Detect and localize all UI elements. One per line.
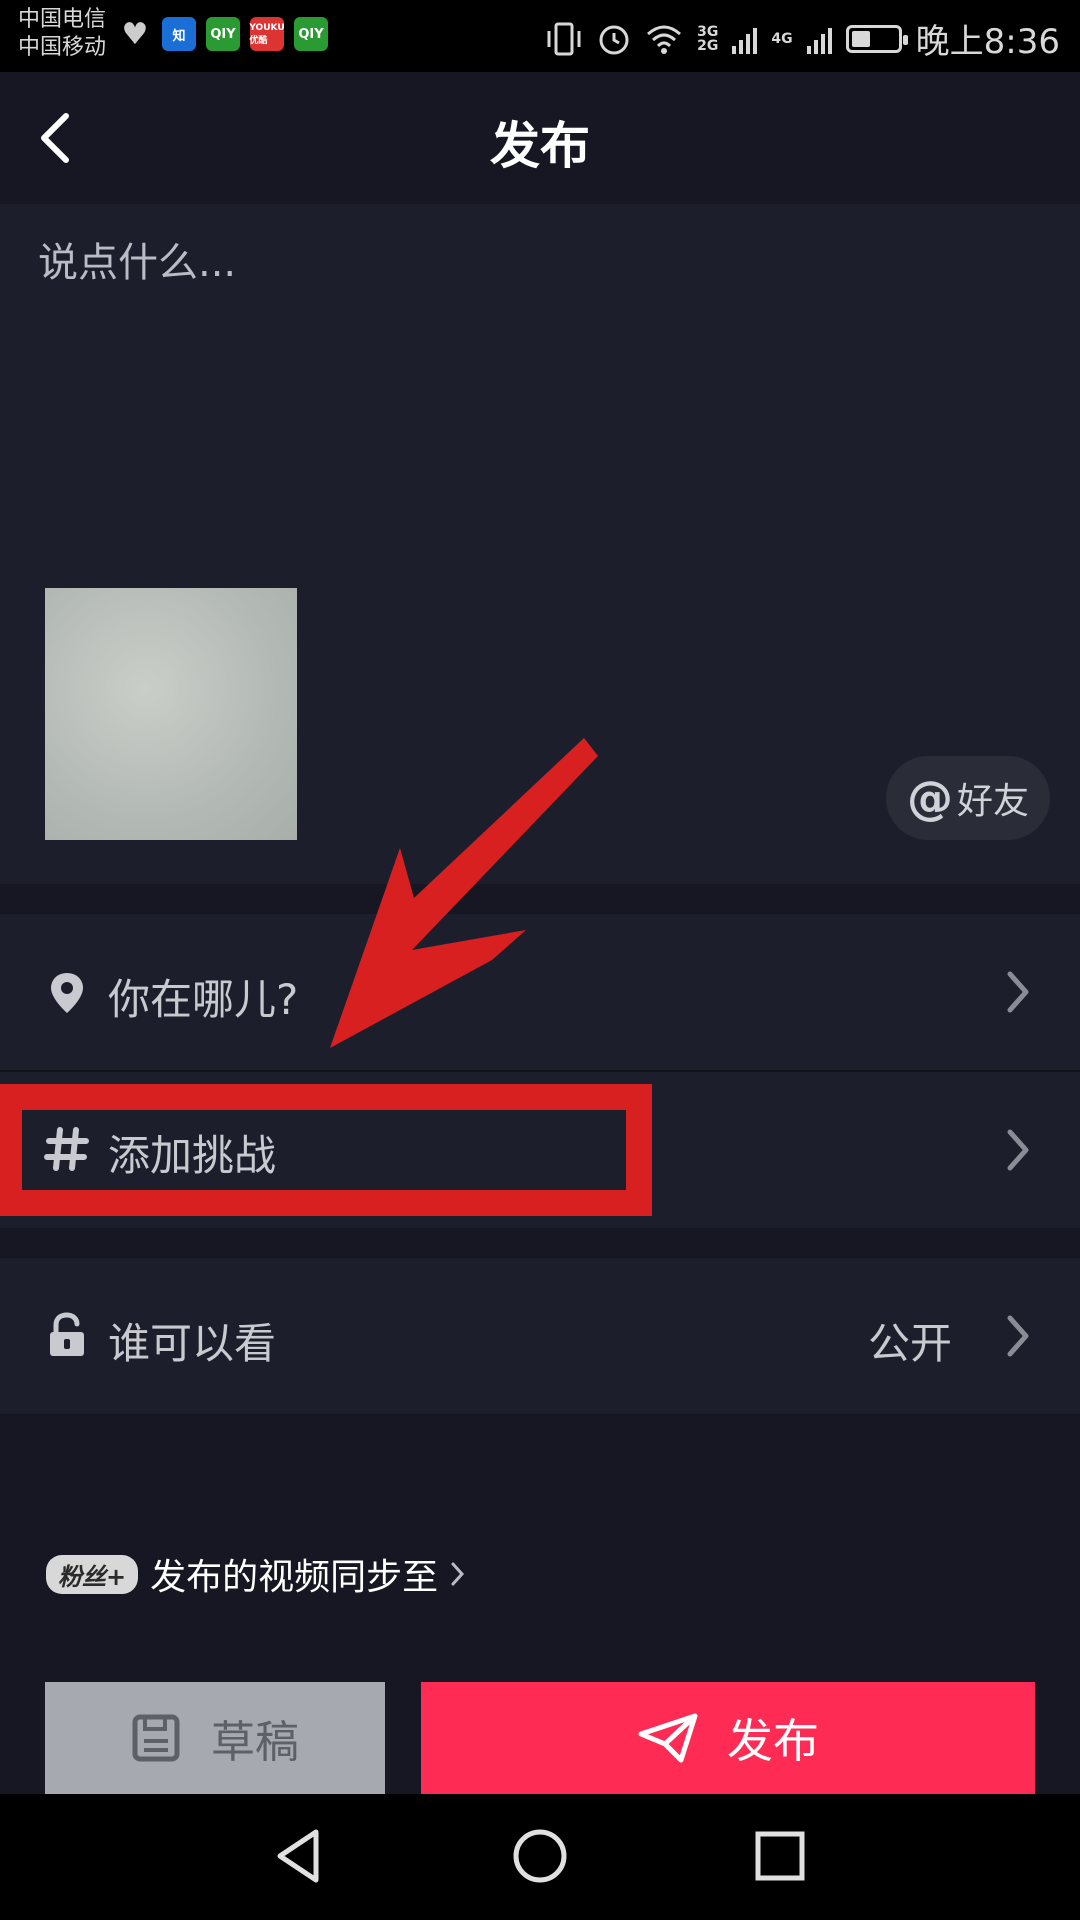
- visibility-row[interactable]: 谁可以看 公开: [0, 1258, 1080, 1414]
- annotation-highlight-box: [0, 1084, 652, 1216]
- visibility-label: 谁可以看: [108, 1319, 277, 1368]
- annotation-arrow-icon: [330, 738, 598, 1048]
- send-icon: [638, 1713, 698, 1763]
- chevron-right-icon: [1007, 1129, 1029, 1171]
- draft-label: 草稿: [211, 1717, 299, 1768]
- draft-icon: [132, 1714, 180, 1762]
- system-nav-bar: [0, 1794, 1080, 1920]
- publish-button[interactable]: 发布: [421, 1682, 1035, 1794]
- sync-row[interactable]: 粉丝+ 发布的视频同步至: [46, 1548, 466, 1600]
- nav-recents-icon[interactable]: [748, 1824, 812, 1888]
- publish-label: 发布: [727, 1714, 819, 1768]
- chevron-right-icon: [451, 1562, 465, 1586]
- fans-badge: 粉丝+: [46, 1554, 139, 1594]
- nav-home-icon[interactable]: [508, 1824, 572, 1888]
- chevron-right-icon: [1007, 1315, 1029, 1357]
- nav-back-icon[interactable]: [268, 1824, 332, 1888]
- lock-icon: [50, 1312, 84, 1356]
- visibility-value: 公开: [867, 1319, 952, 1368]
- sync-label: 发布的视频同步至: [150, 1557, 439, 1598]
- save-draft-button[interactable]: 草稿: [45, 1682, 385, 1794]
